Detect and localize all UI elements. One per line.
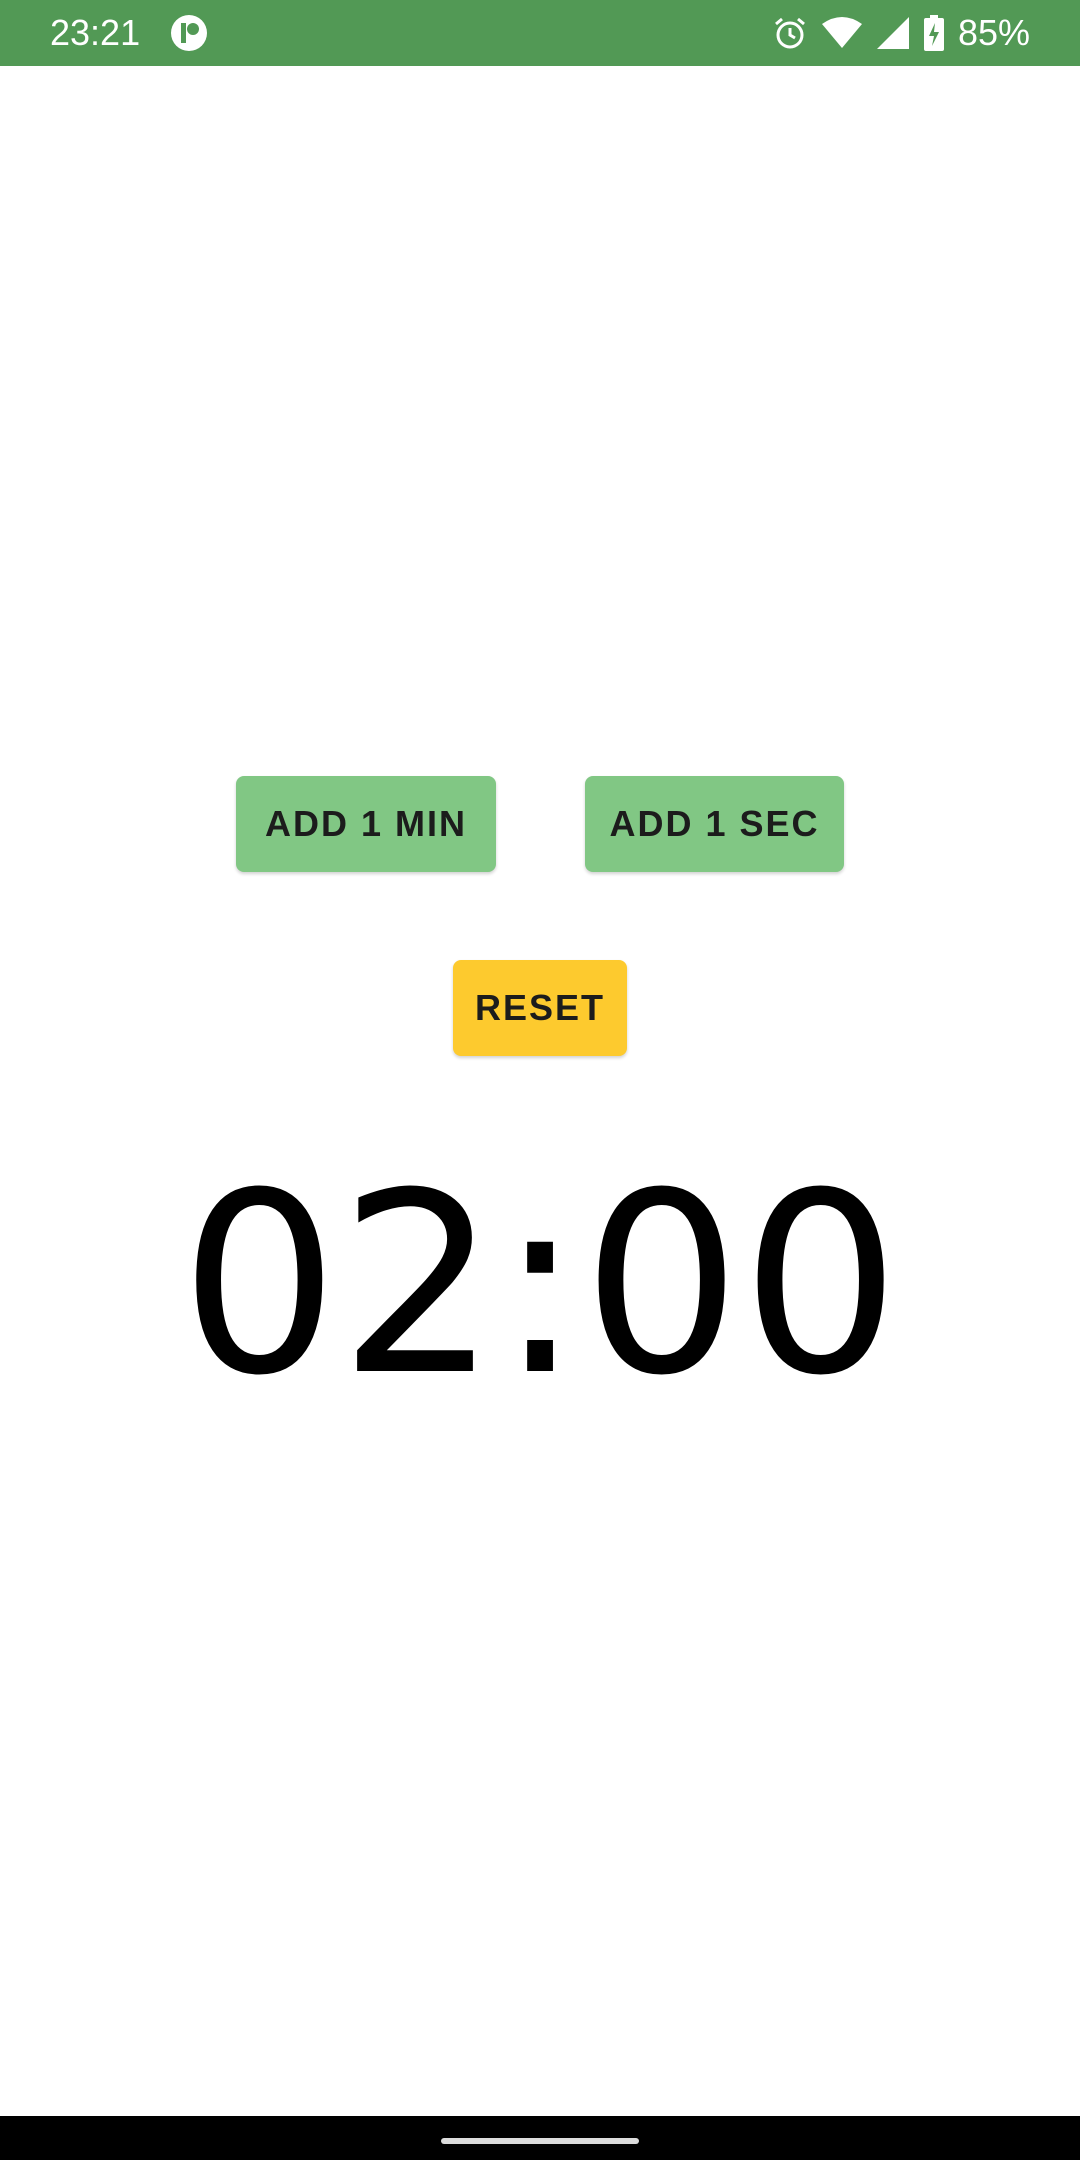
status-time: 23:21 xyxy=(50,12,141,53)
app-badge-icon xyxy=(170,14,208,52)
add-1-sec-button[interactable]: ADD 1 SEC xyxy=(585,776,844,872)
alarm-icon xyxy=(772,15,808,51)
timer-display: 02:00 xyxy=(179,1139,901,1430)
status-icons: 85% xyxy=(772,0,1030,66)
add-1-min-button[interactable]: ADD 1 MIN xyxy=(236,776,496,872)
reset-button[interactable]: RESET xyxy=(453,960,627,1056)
signal-icon xyxy=(876,16,910,50)
navigation-bar xyxy=(0,2116,1080,2160)
battery-charging-icon xyxy=(923,15,944,51)
status-bar: 23:21 85% xyxy=(0,0,1080,66)
battery-percent: 85% xyxy=(957,12,1030,53)
wifi-icon xyxy=(821,16,862,50)
home-pill-icon[interactable] xyxy=(441,2138,639,2144)
